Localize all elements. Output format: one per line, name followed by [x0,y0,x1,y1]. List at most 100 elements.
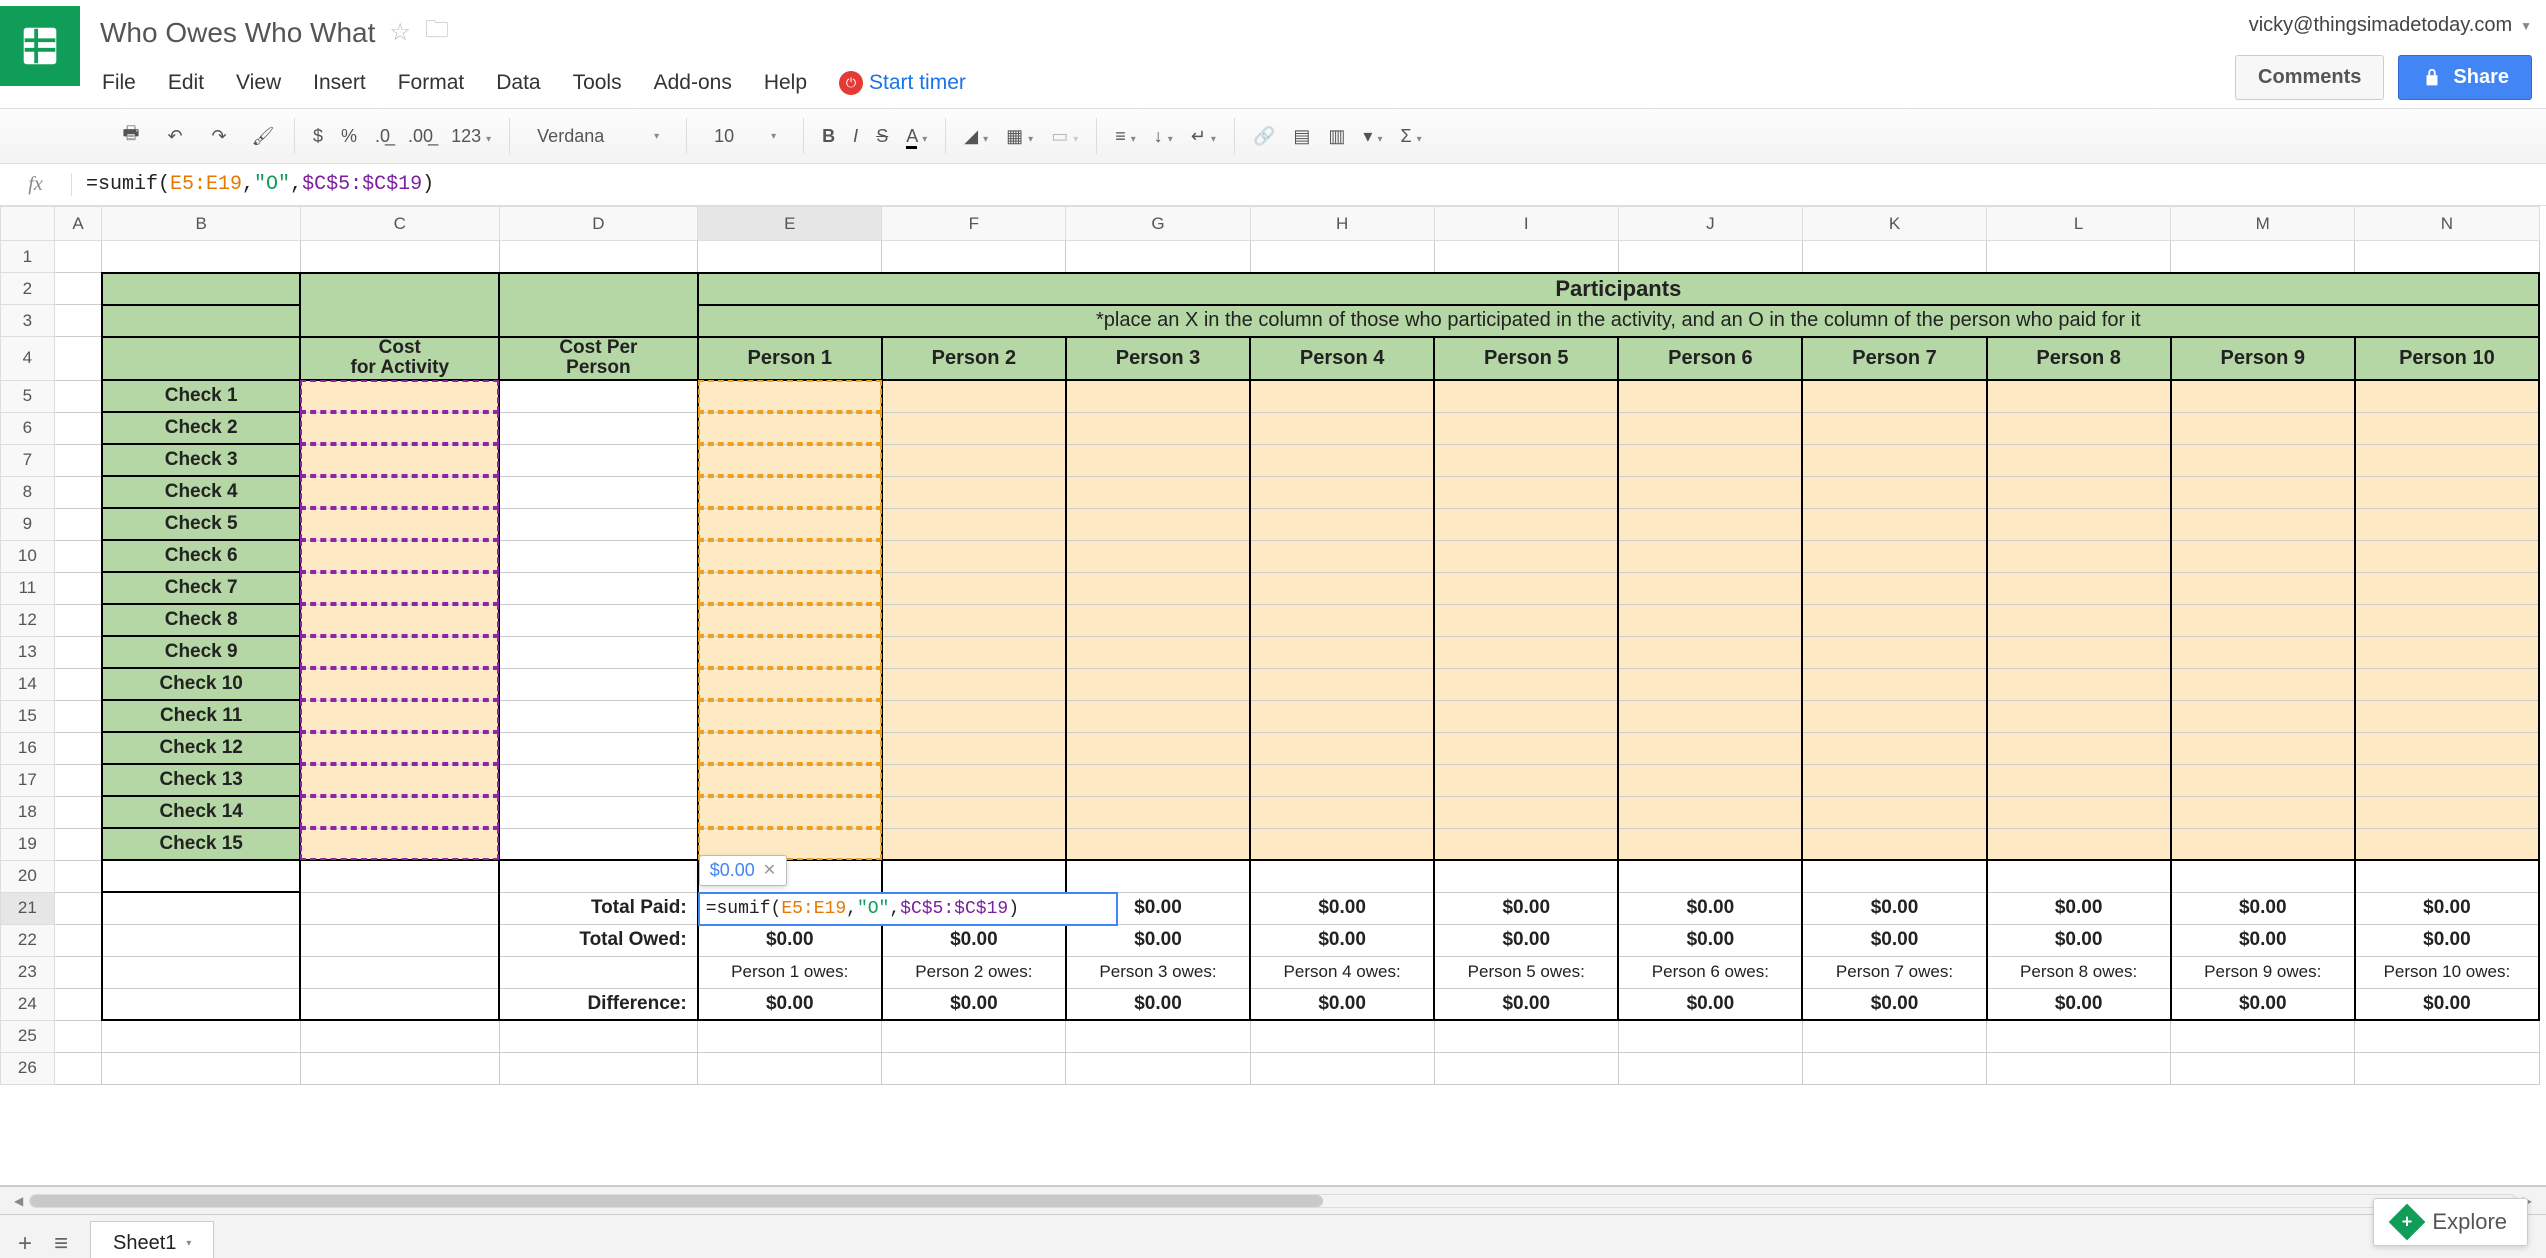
cell-H16[interactable] [1250,732,1434,764]
cell-K13[interactable] [1802,636,1986,668]
star-icon[interactable]: ☆ [389,18,411,47]
cell-D13[interactable] [499,636,698,668]
cell-I10[interactable] [1434,540,1618,572]
cell-C24[interactable] [300,988,499,1020]
cell-H18[interactable] [1250,796,1434,828]
cell-N12[interactable] [2355,604,2539,636]
cell-H6[interactable] [1250,412,1434,444]
cell-L6[interactable] [1987,412,2171,444]
cell-I17[interactable] [1434,764,1618,796]
cell-J13[interactable] [1618,636,1802,668]
cell-M17[interactable] [2171,764,2355,796]
cell-D7[interactable] [499,444,698,476]
cell-D11[interactable] [499,572,698,604]
filter-button[interactable]: ▾ ▾ [1363,126,1382,147]
cell-paid-8[interactable]: $0.00 [1987,892,2171,924]
cell-H15[interactable] [1250,700,1434,732]
cell-D15[interactable] [499,700,698,732]
cell-G19[interactable] [1066,828,1250,860]
cell-L8[interactable] [1987,476,2171,508]
cell-K17[interactable] [1802,764,1986,796]
cell-F16[interactable] [882,732,1066,764]
row-head-10[interactable]: 10 [1,540,55,572]
col-H[interactable]: H [1250,207,1434,241]
row-head-15[interactable]: 15 [1,700,55,732]
cell-J17[interactable] [1618,764,1802,796]
cell-M18[interactable] [2171,796,2355,828]
sheets-logo[interactable] [0,6,80,86]
cell-H12[interactable] [1250,604,1434,636]
cell-I9[interactable] [1434,508,1618,540]
row-head-13[interactable]: 13 [1,636,55,668]
cell-J19[interactable] [1618,828,1802,860]
cell-E18[interactable] [698,796,882,828]
cell-paid-6[interactable]: $0.00 [1618,892,1802,924]
row-head-11[interactable]: 11 [1,572,55,604]
explore-button[interactable]: Explore [2373,1198,2528,1246]
cell-paid-7[interactable]: $0.00 [1802,892,1986,924]
cell-J6[interactable] [1618,412,1802,444]
cell-G5[interactable] [1066,380,1250,412]
cell-K18[interactable] [1802,796,1986,828]
row-head-3[interactable]: 3 [1,305,55,337]
cell-E16[interactable] [698,732,882,764]
row-head-17[interactable]: 17 [1,764,55,796]
cell-K15[interactable] [1802,700,1986,732]
menu-tools[interactable]: Tools [573,71,622,95]
cell-paid-4[interactable]: $0.00 [1250,892,1434,924]
cell-L9[interactable] [1987,508,2171,540]
row-head-18[interactable]: 18 [1,796,55,828]
col-A[interactable]: A [54,207,102,241]
cell-D14[interactable] [499,668,698,700]
cell-E12[interactable] [698,604,882,636]
cell-C17[interactable] [300,764,499,796]
col-F[interactable]: F [882,207,1066,241]
cell-diff-4[interactable]: $0.00 [1250,988,1434,1020]
cell-I11[interactable] [1434,572,1618,604]
cell-I6[interactable] [1434,412,1618,444]
cell-E10[interactable] [698,540,882,572]
cell-owed-10[interactable]: $0.00 [2355,924,2539,956]
cell-G10[interactable] [1066,540,1250,572]
print-icon[interactable]: 🖶 [118,123,144,149]
cell-diff-5[interactable]: $0.00 [1434,988,1618,1020]
cell-L7[interactable] [1987,444,2171,476]
col-B[interactable]: B [102,207,301,241]
cell-C19[interactable] [300,828,499,860]
cell-paid-5[interactable]: $0.00 [1434,892,1618,924]
cell-J20[interactable] [1618,860,1802,892]
col-L[interactable]: L [1987,207,2171,241]
wrap-button[interactable]: ↵ ▾ [1191,126,1216,147]
menu-data[interactable]: Data [496,71,540,95]
cell-H13[interactable] [1250,636,1434,668]
undo-icon[interactable]: ↶ [162,123,188,149]
percent-button[interactable]: % [341,126,357,147]
sheet-tab-sheet1[interactable]: Sheet1 ▾ [90,1221,214,1258]
cell-owed-5[interactable]: $0.00 [1434,924,1618,956]
column-headers[interactable]: A B C D E F G H I J K L M N [1,207,2540,241]
cell-N9[interactable] [2355,508,2539,540]
cell-M10[interactable] [2171,540,2355,572]
cell-I12[interactable] [1434,604,1618,636]
cell-C7[interactable] [300,444,499,476]
select-all-cell[interactable] [1,207,55,241]
cell-K19[interactable] [1802,828,1986,860]
row-head-24[interactable]: 24 [1,988,55,1020]
cell-J12[interactable] [1618,604,1802,636]
col-N[interactable]: N [2355,207,2539,241]
menu-view[interactable]: View [236,71,281,95]
dec-increase-button[interactable]: .00̲ [408,126,433,147]
cell-E17[interactable] [698,764,882,796]
cell-diff-8[interactable]: $0.00 [1987,988,2171,1020]
cell-L18[interactable] [1987,796,2171,828]
scroll-left-icon[interactable]: ◀ [8,1194,29,1208]
cell-H10[interactable] [1250,540,1434,572]
cell-D20[interactable] [499,860,698,892]
fill-color-button[interactable]: ◢ ▾ [964,126,988,147]
cell-C20[interactable] [300,860,499,892]
cell-M12[interactable] [2171,604,2355,636]
cell-L11[interactable] [1987,572,2171,604]
cell-E14[interactable] [698,668,882,700]
link-button[interactable]: 🔗 [1253,126,1275,147]
cell-M8[interactable] [2171,476,2355,508]
